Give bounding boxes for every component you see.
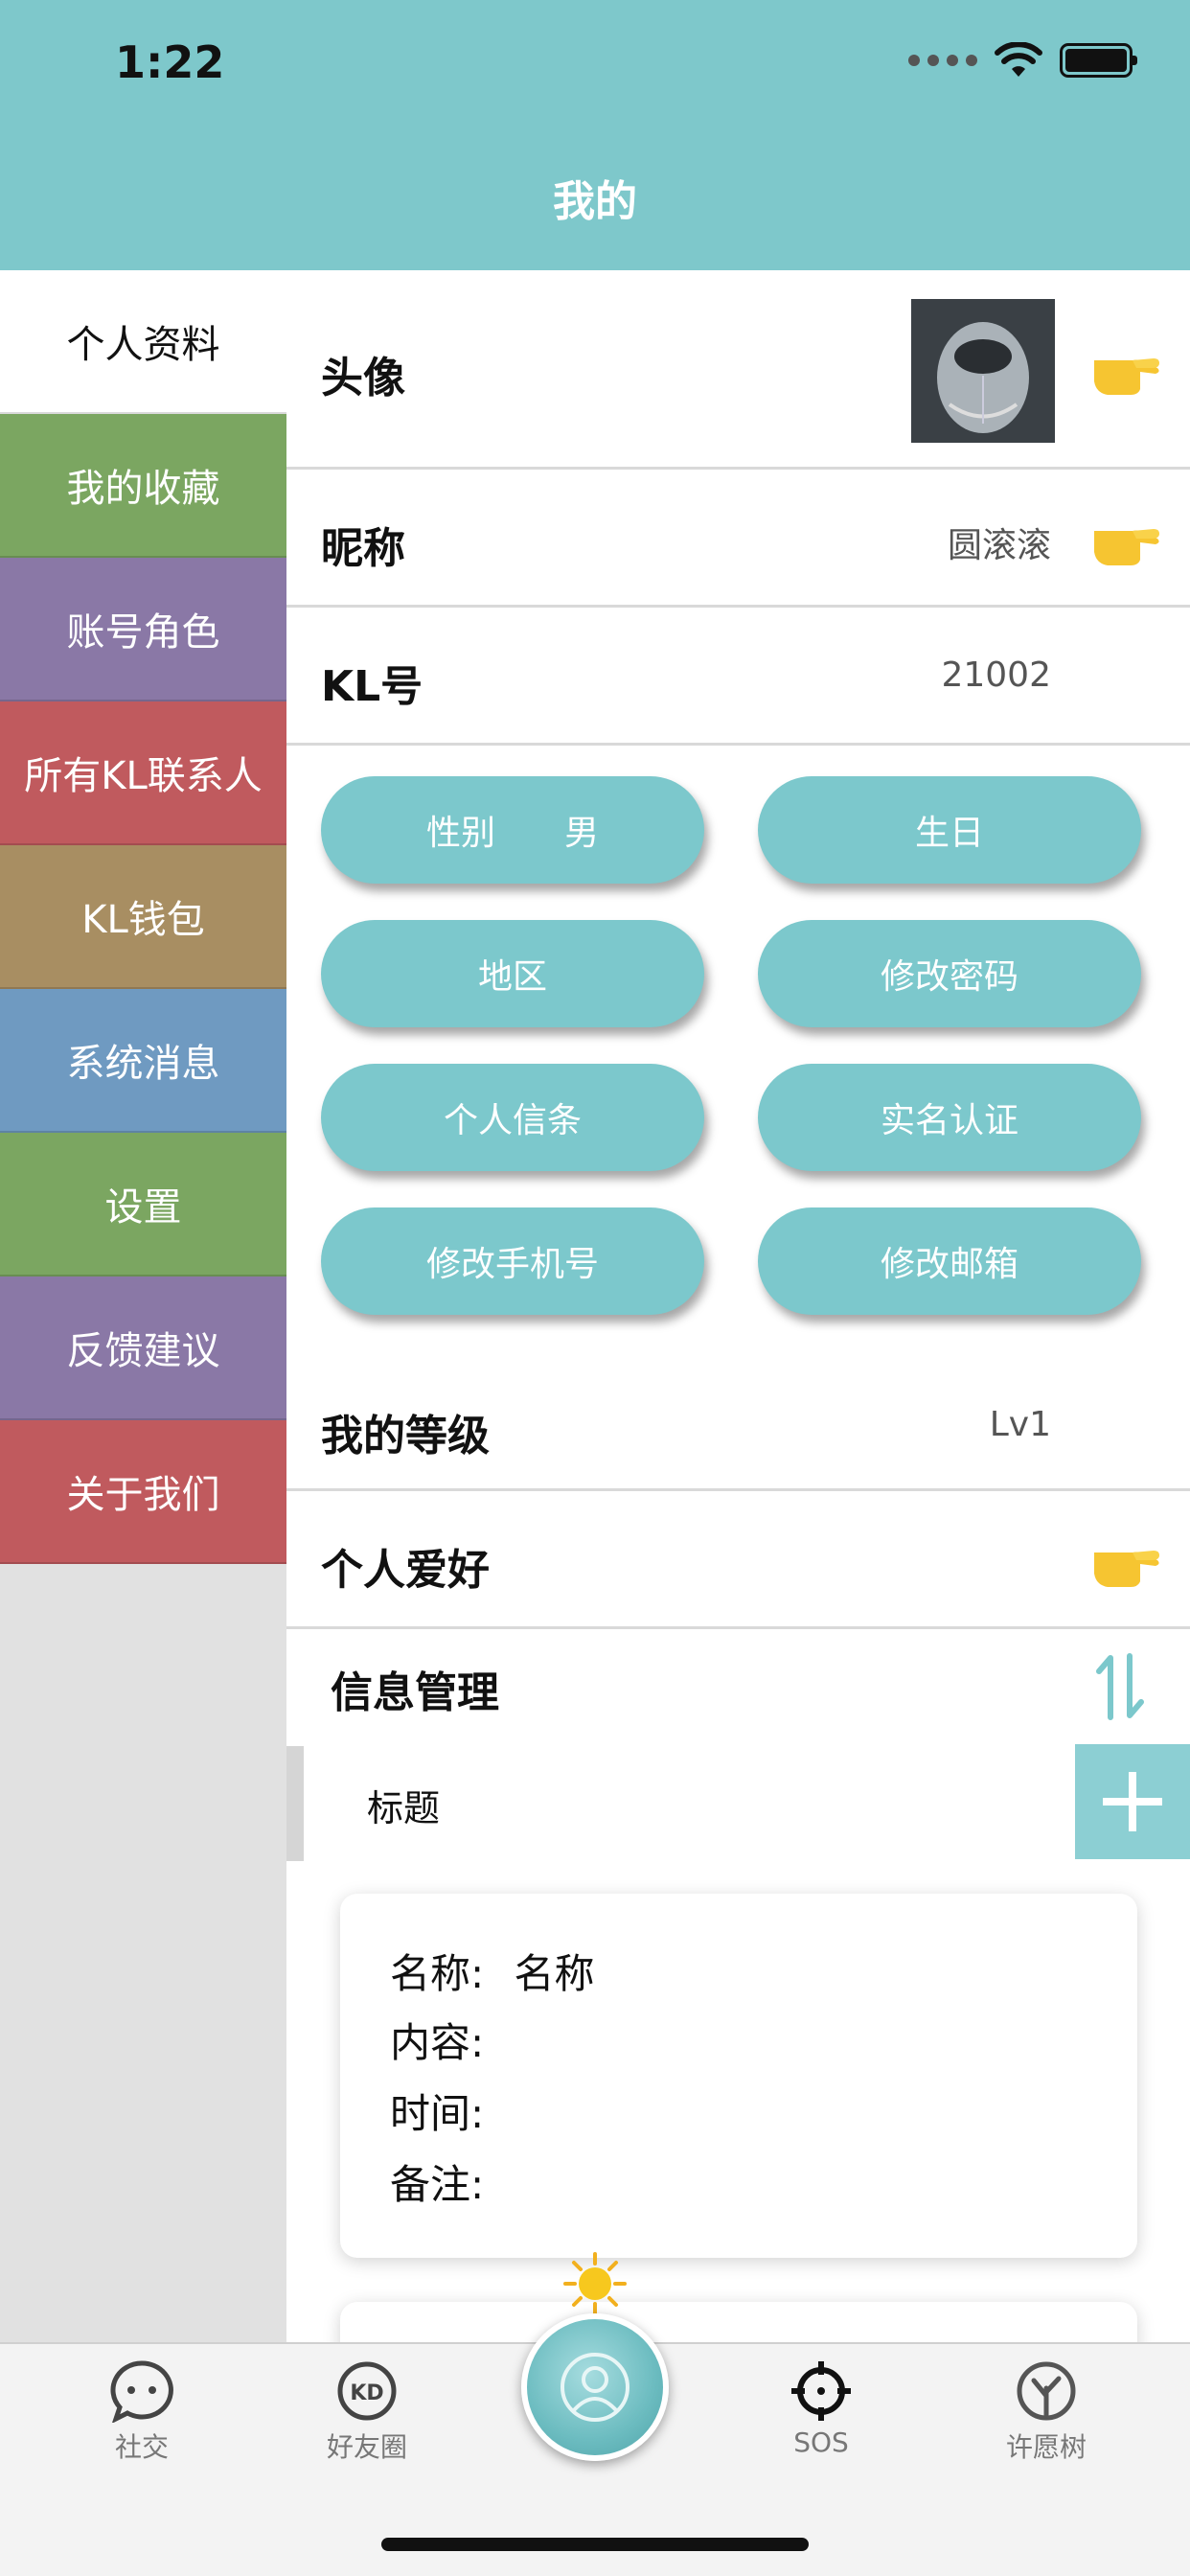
- tab-wish-tree[interactable]: 许愿树: [950, 2359, 1142, 2465]
- home-indicator: [381, 2538, 809, 2551]
- sidebar-item-kl-wallet[interactable]: KL钱包: [0, 845, 286, 989]
- battery-icon: [1060, 43, 1137, 78]
- sidebar-item-profile[interactable]: 个人资料: [0, 270, 286, 414]
- tab-friends[interactable]: KD 好友圈: [271, 2359, 463, 2465]
- avatar-label: 头像: [321, 354, 405, 402]
- info-sub-title: 标题: [367, 1787, 441, 1829]
- page-title: 我的: [553, 177, 637, 226]
- tab-social-label: 社交: [114, 2431, 169, 2463]
- hobby-label: 个人爱好: [321, 1546, 490, 1595]
- wifi-icon: [995, 42, 1042, 77]
- avatar-row[interactable]: 头像: [286, 270, 1190, 470]
- sidebar-item-account-role[interactable]: 账号角色: [0, 558, 286, 702]
- birthday-button[interactable]: 生日: [758, 776, 1141, 884]
- region-button[interactable]: 地区: [321, 920, 704, 1027]
- sidebar-item-system-messages[interactable]: 系统消息: [0, 989, 286, 1133]
- profile-center-button[interactable]: [521, 2313, 669, 2461]
- hobby-row[interactable]: 个人爱好: [286, 1491, 1190, 1629]
- nickname-label: 昵称: [321, 524, 405, 573]
- crosshair-icon: [791, 2361, 851, 2421]
- tab-sos[interactable]: SOS: [725, 2359, 917, 2458]
- tab-friends-label: 好友圈: [326, 2431, 407, 2463]
- personal-credo-button[interactable]: 个人信条: [321, 1064, 704, 1171]
- add-info-button[interactable]: [1075, 1744, 1190, 1859]
- svg-text:KD: KD: [350, 2381, 383, 2405]
- profile-panel: 头像 昵称 圆滚滚 KL号 21002 性别 男 生日 地区 修改密码 个人信条…: [286, 270, 1190, 2342]
- sidebar-item-about-us[interactable]: 关于我们: [0, 1420, 286, 1564]
- card-time-label: 时间:: [390, 2090, 485, 2137]
- info-management-title: 信息管理: [331, 1668, 499, 1717]
- pointing-hand-icon[interactable]: [1090, 1531, 1161, 1589]
- status-icons: [908, 42, 1137, 79]
- card-note-label: 备注:: [390, 2161, 485, 2208]
- sidebar-item-kl-contacts[interactable]: 所有KL联系人: [0, 702, 286, 845]
- card-name-value: 名称: [514, 1950, 595, 1997]
- info-card[interactable]: [340, 2302, 1137, 2342]
- tab-sos-label: SOS: [793, 2426, 849, 2458]
- card-name-label: 名称:: [390, 1950, 485, 1997]
- info-card[interactable]: 名称: 名称 内容: 时间: 备注:: [340, 1894, 1137, 2258]
- sidebar-item-feedback[interactable]: 反馈建议: [0, 1276, 286, 1420]
- level-label: 我的等级: [321, 1412, 490, 1460]
- pointing-hand-icon[interactable]: [1090, 339, 1161, 397]
- friends-circle-icon: KD: [337, 2361, 397, 2421]
- change-password-button[interactable]: 修改密码: [758, 920, 1141, 1027]
- kl-number-label: KL号: [321, 662, 423, 711]
- tree-icon: [1017, 2361, 1076, 2421]
- nickname-value: 圆滚滚: [947, 526, 1051, 565]
- card-name-row: 名称: 名称: [390, 1942, 595, 2000]
- real-name-verification-button[interactable]: 实名认证: [758, 1064, 1141, 1171]
- tab-wish-tree-label: 许愿树: [1005, 2431, 1087, 2463]
- change-email-button[interactable]: 修改邮箱: [758, 1208, 1141, 1315]
- card-content-label: 内容:: [390, 2019, 485, 2066]
- status-time: 1:22: [115, 36, 225, 88]
- plus-icon: [1103, 1772, 1162, 1831]
- nickname-row[interactable]: 昵称 圆滚滚: [286, 470, 1190, 608]
- kl-number-value: 21002: [941, 656, 1051, 695]
- kl-number-row: KL号 21002: [286, 608, 1190, 746]
- avatar-image[interactable]: [911, 299, 1055, 443]
- change-phone-button[interactable]: 修改手机号: [321, 1208, 704, 1315]
- sidebar-item-favorites[interactable]: 我的收藏: [0, 414, 286, 558]
- signal-icon: [908, 55, 977, 66]
- sort-icon[interactable]: [1091, 1650, 1149, 1723]
- gender-button[interactable]: 性别 男: [321, 776, 704, 884]
- profile-icon: [561, 2353, 629, 2422]
- pointing-hand-icon[interactable]: [1090, 510, 1161, 567]
- chat-icon: [110, 2360, 173, 2423]
- sun-icon: [563, 2252, 627, 2315]
- top-header: 1:22 我的: [0, 0, 1190, 270]
- tab-social[interactable]: 社交: [46, 2359, 238, 2465]
- level-value: Lv1: [989, 1405, 1051, 1444]
- level-row: 我的等级 Lv1: [286, 1355, 1190, 1491]
- sidebar-item-settings[interactable]: 设置: [0, 1133, 286, 1276]
- sidebar: 个人资料 我的收藏 账号角色 所有KL联系人 KL钱包 系统消息 设置 反馈建议…: [0, 270, 286, 1564]
